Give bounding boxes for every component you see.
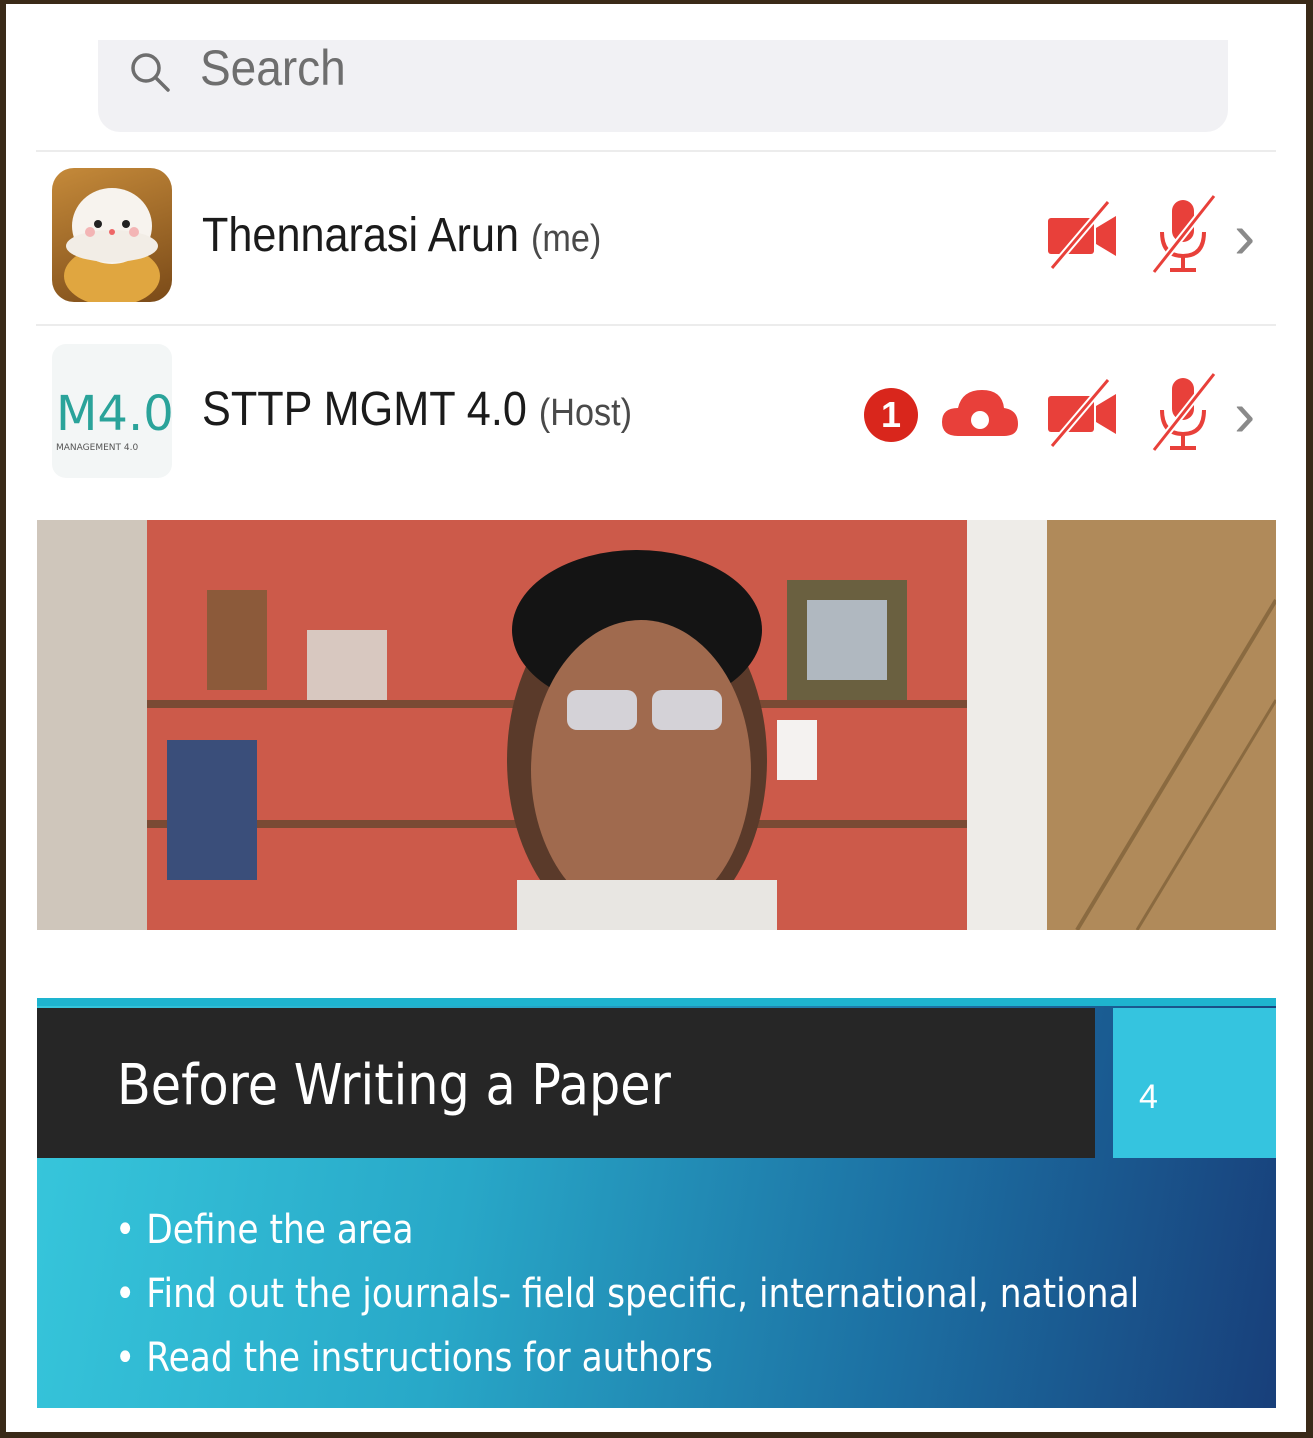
slide-number-box: 4 bbox=[1113, 1008, 1276, 1158]
divider bbox=[36, 324, 1276, 326]
participant-name-text: STTP MGMT 4.0 bbox=[202, 383, 527, 436]
participant-row[interactable]: Thennarasi Arun (me) › bbox=[36, 154, 1276, 324]
search-input[interactable]: Search bbox=[200, 40, 346, 96]
slide-bullets: Define the area Find out the journals- f… bbox=[115, 1198, 1276, 1390]
participant-role: (Host) bbox=[538, 392, 632, 434]
slide-bullet: Define the area bbox=[115, 1198, 1139, 1262]
slide-title: Before Writing a Paper bbox=[117, 1053, 671, 1118]
search-icon bbox=[131, 53, 170, 92]
cloud-recording-icon bbox=[942, 390, 1018, 436]
video-off-icon[interactable] bbox=[1046, 376, 1118, 452]
mic-muted-icon[interactable] bbox=[1148, 372, 1218, 456]
notification-badge: 1 bbox=[864, 388, 918, 442]
shared-slide: Before Writing a Paper 4 Define the area… bbox=[37, 998, 1276, 1408]
chevron-right-icon[interactable]: › bbox=[1234, 204, 1255, 268]
svg-text:MANAGEMENT 4.0: MANAGEMENT 4.0 bbox=[56, 443, 138, 453]
chevron-right-icon[interactable]: › bbox=[1234, 382, 1255, 446]
participant-name: STTP MGMT 4.0 (Host) bbox=[202, 380, 632, 443]
svg-text:M4.0: M4.0 bbox=[56, 386, 172, 442]
participant-name: Thennarasi Arun (me) bbox=[202, 206, 601, 269]
avatar bbox=[52, 168, 172, 302]
video-feed bbox=[37, 520, 1276, 930]
video-frame-image bbox=[37, 520, 1276, 930]
participant-role: (me) bbox=[531, 218, 602, 260]
cat-avatar-icon bbox=[64, 188, 160, 302]
slide-bullet: Find out the journals- field specific, i… bbox=[115, 1262, 1139, 1326]
participant-name-text: Thennarasi Arun bbox=[202, 209, 519, 262]
video-off-icon[interactable] bbox=[1046, 198, 1118, 274]
slide-bullet: Read the instructions for authors bbox=[115, 1326, 1139, 1390]
avatar: M4.0 MANAGEMENT 4.0 bbox=[52, 344, 172, 478]
participants-panel: Search Thennarasi Arun (me) › M4.0 MANAG… bbox=[6, 4, 1306, 1432]
slide-page-number: 4 bbox=[1139, 1078, 1158, 1116]
mic-muted-icon[interactable] bbox=[1148, 194, 1218, 278]
logo-avatar-icon: M4.0 MANAGEMENT 4.0 bbox=[56, 386, 172, 453]
search-bar[interactable]: Search bbox=[98, 40, 1228, 132]
slide-title-band: Before Writing a Paper bbox=[37, 1008, 1095, 1158]
slide-accent-bar bbox=[37, 998, 1276, 1006]
divider bbox=[36, 150, 1276, 152]
participant-row[interactable]: M4.0 MANAGEMENT 4.0 STTP MGMT 4.0 (Host)… bbox=[36, 328, 1276, 498]
